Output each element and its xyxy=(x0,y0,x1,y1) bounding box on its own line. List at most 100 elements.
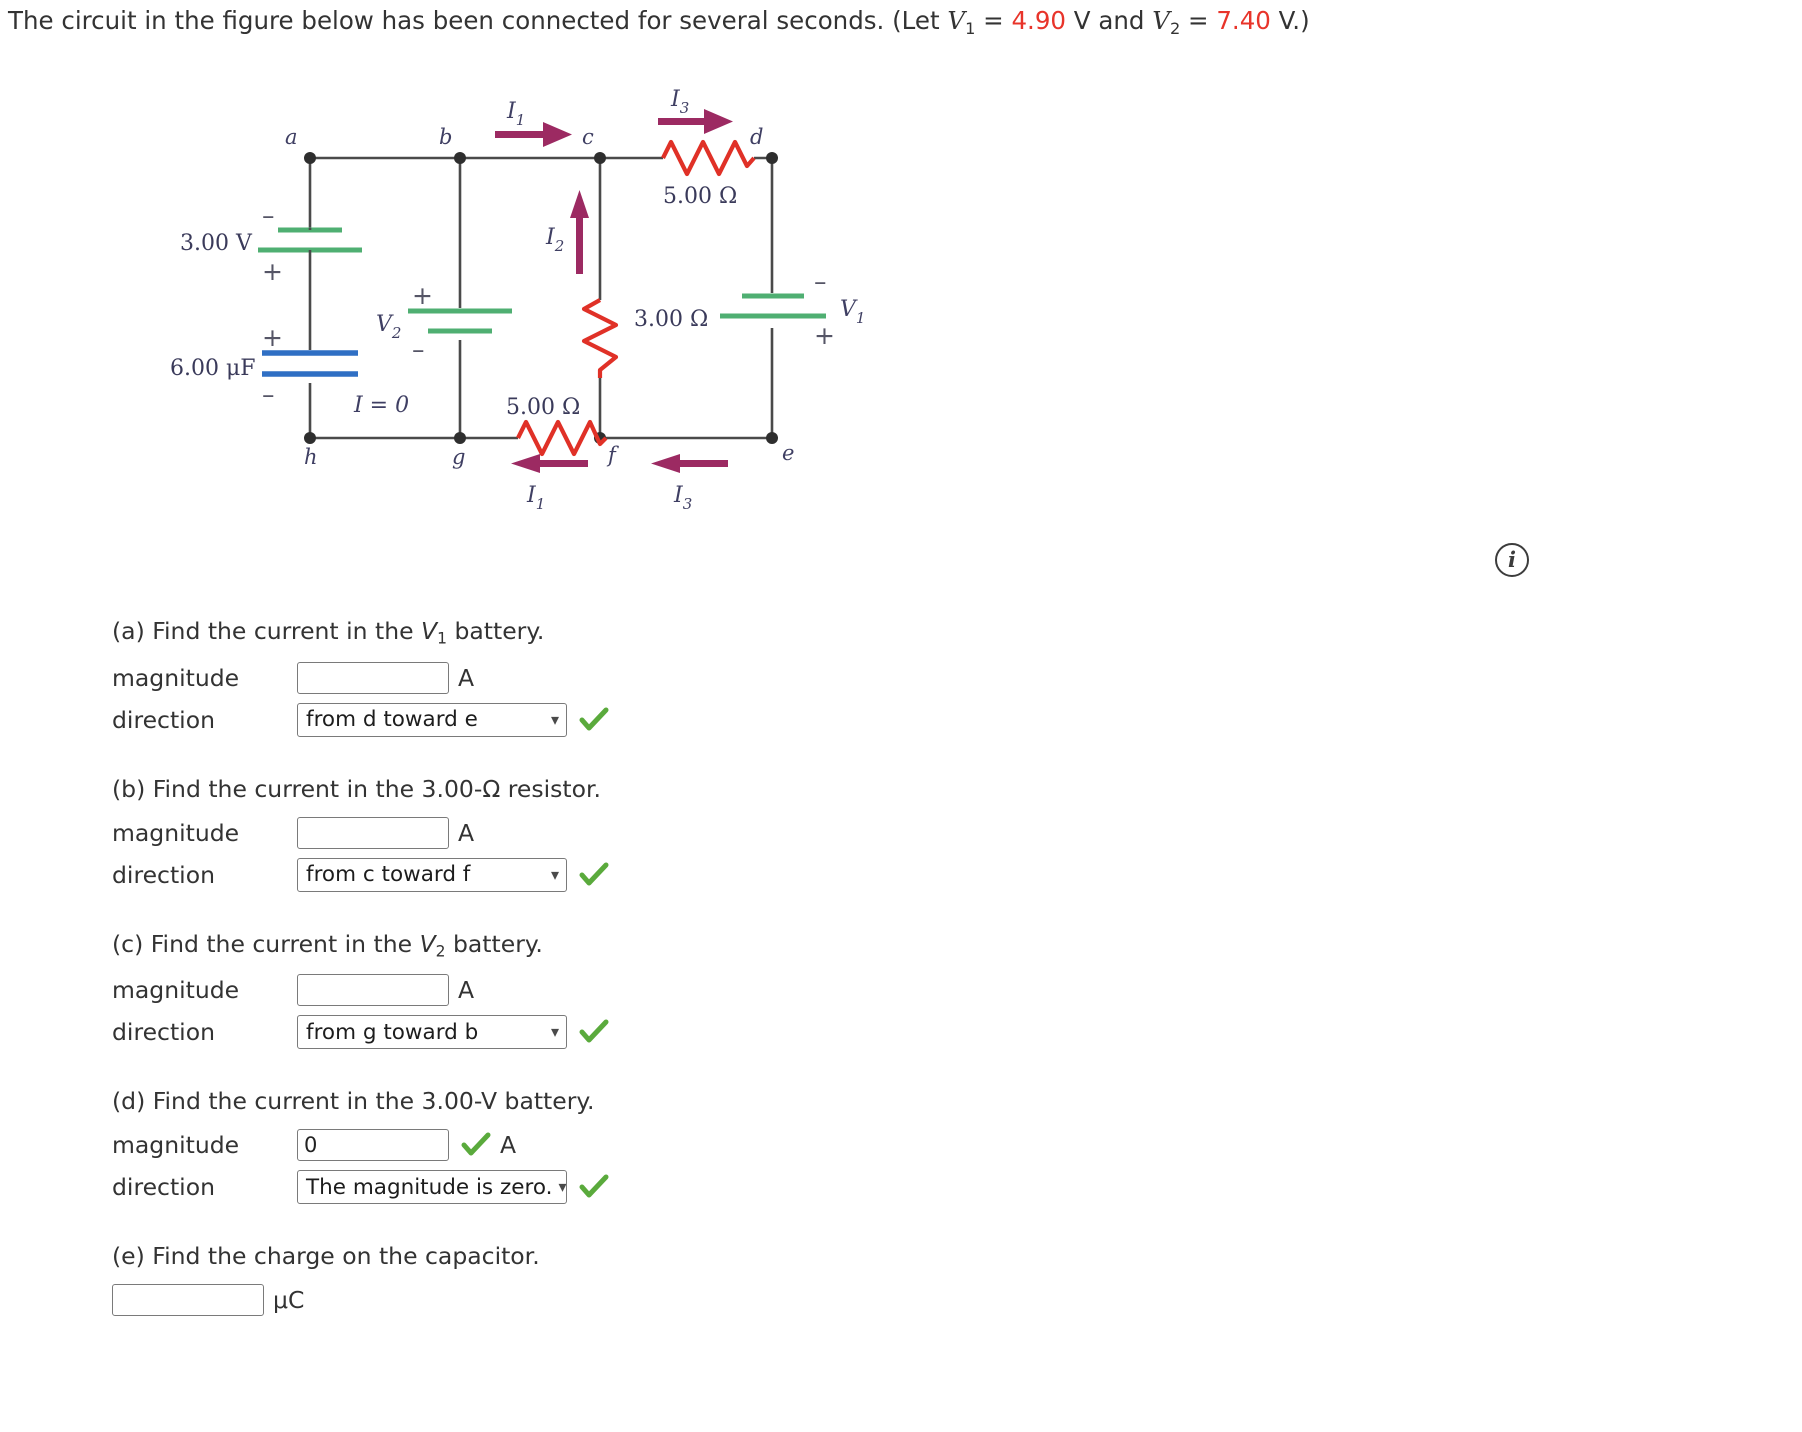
question-b-direction-value: from c toward f xyxy=(306,862,471,888)
prompt-equals-2: = xyxy=(1180,6,1217,35)
question-b-title: (b) Find the current in the 3.00-Ω resis… xyxy=(112,775,1112,803)
question-c-magnitude-unit: A xyxy=(458,976,475,1005)
question-d-magnitude-row: magnitude A xyxy=(112,1126,1112,1164)
chevron-down-icon: ▾ xyxy=(550,1022,559,1042)
node-dot-g xyxy=(454,432,466,444)
node-label-g: g xyxy=(452,445,465,469)
question-c-magnitude-input[interactable] xyxy=(297,974,449,1007)
prompt-v1-value: 4.90 xyxy=(1011,6,1067,35)
prompt-v1-subscript: 1 xyxy=(965,18,976,38)
chevron-down-icon: ▾ xyxy=(550,864,559,884)
question-d-direction-check-icon xyxy=(579,1174,609,1200)
question-b-magnitude-row: magnitude A xyxy=(112,814,1112,852)
question-a-magnitude-input[interactable] xyxy=(297,661,449,694)
question-a-direction-label: direction xyxy=(112,705,215,734)
capacitor-polarity-top: + xyxy=(262,323,283,352)
question-c-magnitude-row: magnitude A xyxy=(112,971,1112,1009)
node-label-e: e xyxy=(782,441,794,465)
node-dot-a xyxy=(304,152,316,164)
question-b-direction-label: direction xyxy=(112,860,215,889)
question-b-direction-row: direction from c toward f ▾ xyxy=(112,856,1112,894)
question-d-prefix: (d) Find the current in the 3.00-V batte… xyxy=(112,1087,595,1116)
question-d-direction-row: direction The magnitude is zero. ▾ xyxy=(112,1168,1112,1206)
battery-3v-label: 3.00 V xyxy=(180,231,253,256)
current-arrow-i3-bottom xyxy=(651,454,728,473)
question-c-var: V2 xyxy=(419,929,446,961)
current-label-i3-top: I3 xyxy=(670,87,689,117)
question-b-direction-select[interactable]: from c toward f ▾ xyxy=(297,857,567,892)
question-a-prefix: (a) Find the current in the xyxy=(112,617,422,645)
question-d-magnitude-check-icon xyxy=(461,1132,491,1158)
question-a-magnitude-row: magnitude A xyxy=(112,659,1112,697)
prompt-unit-1: V and xyxy=(1066,6,1153,35)
battery-v1-label: V1 xyxy=(840,297,865,327)
capacitor-polarity-bottom: – xyxy=(262,380,275,409)
question-part-b: (b) Find the current in the 3.00-Ω resis… xyxy=(112,775,1112,894)
question-d-title: (d) Find the current in the 3.00-V batte… xyxy=(112,1087,1112,1115)
resistor-5ohm-bottom-label: 5.00 Ω xyxy=(506,395,580,420)
current-label-i-zero: I = 0 xyxy=(353,393,409,418)
node-label-c: c xyxy=(582,125,594,149)
chevron-down-icon: ▾ xyxy=(550,709,559,729)
question-c-direction-label: direction xyxy=(112,1018,215,1047)
info-icon[interactable]: i xyxy=(1495,543,1529,577)
question-d-magnitude-input[interactable] xyxy=(297,1129,449,1162)
node-dot-b xyxy=(454,152,466,164)
prompt-text-before: The circuit in the figure below has been… xyxy=(8,6,948,35)
prompt-v2-symbol: V2 xyxy=(1152,6,1181,38)
current-label-i1-top: I1 xyxy=(506,99,525,129)
resistor-3ohm-symbol xyxy=(581,298,619,378)
question-b-magnitude-unit: A xyxy=(458,818,475,847)
chevron-down-icon: ▾ xyxy=(558,1177,567,1197)
question-a-magnitude-unit: A xyxy=(458,663,475,692)
questions-container: (a) Find the current in the V1 battery. … xyxy=(112,617,1112,1355)
question-e-charge-input[interactable] xyxy=(112,1284,264,1317)
prompt-unit-2: V.) xyxy=(1270,6,1310,35)
current-label-i3-bottom: I3 xyxy=(673,483,692,513)
question-a-direction-select[interactable]: from d toward e ▾ xyxy=(297,702,567,737)
node-label-b: b xyxy=(439,125,452,149)
prompt-v2-value: 7.40 xyxy=(1216,6,1271,35)
node-label-h: h xyxy=(304,445,318,469)
battery-v2-symbol xyxy=(408,308,512,334)
question-b-direction-check-icon xyxy=(579,862,609,888)
node-dot-e xyxy=(766,432,778,444)
question-a-direction-check-icon xyxy=(579,707,609,733)
question-a-var: V1 xyxy=(421,617,447,648)
capacitor-label: 6.00 μF xyxy=(170,356,256,381)
question-e-answer-row: μC xyxy=(112,1281,1112,1319)
circuit-diagram: a b c d e f g h 3.00 V 6.00 μF V2 V1 5.0… xyxy=(150,78,930,522)
question-a-title: (a) Find the current in the V1 battery. xyxy=(112,617,1112,648)
battery-v1-polarity-top: – xyxy=(814,267,827,296)
question-a-direction-row: direction from d toward e ▾ xyxy=(112,701,1112,739)
question-c-prefix: (c) Find the current in the xyxy=(112,929,420,958)
node-label-d: d xyxy=(750,125,763,149)
question-b-magnitude-input[interactable] xyxy=(297,816,449,849)
battery-v1-symbol xyxy=(720,293,826,319)
resistor-5ohm-bottom-symbol xyxy=(516,419,608,457)
question-b-magnitude-label: magnitude xyxy=(112,818,240,847)
question-c-direction-value: from g toward b xyxy=(306,1019,479,1045)
question-c-suffix: battery. xyxy=(445,929,543,958)
question-a-direction-value: from d toward e xyxy=(306,707,478,733)
question-a-suffix: battery. xyxy=(447,617,545,645)
question-c-direction-row: direction from g toward b ▾ xyxy=(112,1013,1112,1051)
resistor-5ohm-top-label: 5.00 Ω xyxy=(663,184,737,209)
question-part-e: (e) Find the charge on the capacitor. μC xyxy=(112,1242,1112,1319)
question-b-prefix: (b) Find the current in the 3.00-Ω resis… xyxy=(112,774,601,803)
node-dot-d xyxy=(766,152,778,164)
question-a-magnitude-label: magnitude xyxy=(112,663,240,692)
current-arrow-i2 xyxy=(570,190,589,274)
question-d-magnitude-label: magnitude xyxy=(112,1131,240,1160)
question-part-d: (d) Find the current in the 3.00-V batte… xyxy=(112,1087,1112,1206)
question-d-direction-label: direction xyxy=(112,1173,215,1202)
battery-3v-polarity-bottom: + xyxy=(262,257,283,286)
question-e-title: (e) Find the charge on the capacitor. xyxy=(112,1242,540,1271)
current-label-i2: I2 xyxy=(545,225,564,255)
question-c-direction-select[interactable]: from g toward b ▾ xyxy=(297,1015,567,1050)
info-icon-glyph: i xyxy=(1508,547,1516,572)
question-part-a: (a) Find the current in the V1 battery. … xyxy=(112,617,1112,739)
question-d-direction-select[interactable]: The magnitude is zero. ▾ xyxy=(297,1170,567,1205)
battery-v2-polarity-top: + xyxy=(412,281,433,310)
question-c-direction-check-icon xyxy=(579,1019,609,1045)
